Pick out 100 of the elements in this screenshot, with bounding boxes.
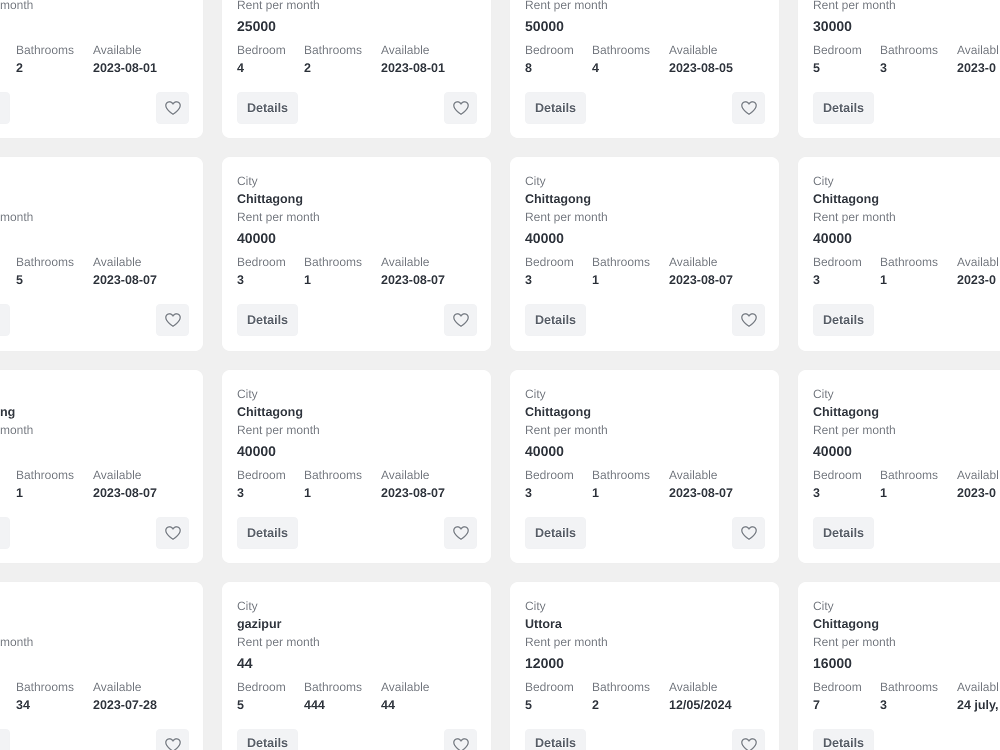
- rent-value: 30000: [813, 17, 852, 36]
- field-label: Bedroom: [813, 42, 862, 59]
- field-label: Bathrooms: [304, 467, 362, 484]
- field-label: Availabl: [957, 42, 999, 59]
- city-label: City: [237, 598, 258, 615]
- rent-label: Rent per month: [525, 634, 608, 651]
- field-label: Available: [669, 42, 718, 59]
- field-value: 34: [16, 697, 30, 714]
- details-button[interactable]: Details: [813, 729, 874, 750]
- field-value: 1: [592, 485, 599, 502]
- rent-value: 12000: [525, 654, 564, 673]
- city-label: City: [237, 173, 258, 190]
- details-button[interactable]: Details: [525, 517, 586, 549]
- field-label: Bedroom: [237, 42, 286, 59]
- field-value: 2023-08-07: [669, 272, 733, 289]
- rent-value: 40000: [813, 442, 852, 461]
- field-value: 24 july,: [957, 697, 998, 714]
- field-value: 1: [592, 272, 599, 289]
- field-label: Bedroom: [237, 679, 286, 696]
- details-button[interactable]: Details: [237, 517, 298, 549]
- field-value: 5: [525, 697, 532, 714]
- city-label: City: [237, 386, 258, 403]
- field-value: 7: [813, 697, 820, 714]
- favorite-button[interactable]: [156, 92, 189, 124]
- field-label: Bathrooms: [16, 467, 74, 484]
- city-label: City: [525, 173, 546, 190]
- favorite-button[interactable]: [156, 304, 189, 336]
- field-value: 5: [16, 272, 23, 289]
- rent-value: 40000: [525, 442, 564, 461]
- favorite-button[interactable]: [444, 304, 477, 336]
- field-label: Available: [381, 254, 430, 271]
- details-button[interactable]: Details: [525, 729, 586, 750]
- field-value: 2023-07-28: [93, 697, 157, 714]
- details-button[interactable]: Details: [237, 92, 298, 124]
- field-value: 2023-08-07: [381, 485, 445, 502]
- field-value: 2: [16, 60, 23, 77]
- city-name: Chittagong: [237, 404, 303, 421]
- rent-label: Rent per month: [525, 209, 608, 226]
- rent-label: Rent per month: [525, 422, 608, 439]
- favorite-button[interactable]: [732, 304, 765, 336]
- field-value: 2023-08-01: [381, 60, 445, 77]
- favorite-button[interactable]: [156, 729, 189, 750]
- field-label: Bedroom: [813, 254, 862, 271]
- city-label: City: [525, 598, 546, 615]
- details-button[interactable]: Details: [813, 304, 874, 336]
- rent-label: Rent per month: [813, 209, 896, 226]
- field-value: 3: [813, 485, 820, 502]
- details-button[interactable]: Details: [813, 92, 874, 124]
- field-label: Availabl: [957, 467, 999, 484]
- city-name: gazipur: [237, 616, 282, 633]
- rent-value: 40000: [525, 229, 564, 248]
- field-label: Bathrooms: [880, 467, 938, 484]
- city-name: Chittagong: [813, 616, 879, 633]
- rent-label: Rent per month: [237, 634, 320, 651]
- field-label: Bathrooms: [16, 679, 74, 696]
- details-button[interactable]: Details: [237, 304, 298, 336]
- details-button[interactable]: Details: [813, 517, 874, 549]
- details-button[interactable]: Details: [237, 729, 298, 750]
- field-label: Bathrooms: [304, 42, 362, 59]
- favorite-button[interactable]: [732, 92, 765, 124]
- field-label: Bedroom: [525, 679, 574, 696]
- details-button[interactable]: Details: [525, 304, 586, 336]
- field-label: Bathrooms: [880, 42, 938, 59]
- city-name: Chittagong: [813, 404, 879, 421]
- favorite-button[interactable]: [732, 517, 765, 549]
- field-value: 2023-08-01: [93, 60, 157, 77]
- field-value: 3: [237, 272, 244, 289]
- city-label: City: [813, 173, 834, 190]
- field-label: Available: [669, 467, 718, 484]
- field-label: Available: [93, 679, 142, 696]
- rent-value: 40000: [237, 229, 276, 248]
- field-label: Bedroom: [813, 467, 862, 484]
- field-value: 3: [813, 272, 820, 289]
- field-value: 5: [813, 60, 820, 77]
- field-label: Available: [93, 467, 142, 484]
- city-label: City: [813, 386, 834, 403]
- field-label: Bathrooms: [304, 254, 362, 271]
- rent-value: 44: [237, 654, 253, 673]
- rent-label: Rent per month: [237, 0, 320, 14]
- rent-value: 16000: [813, 654, 852, 673]
- field-label: Bedroom: [525, 467, 574, 484]
- field-label: Bathrooms: [16, 254, 74, 271]
- favorite-button[interactable]: [156, 517, 189, 549]
- favorite-button[interactable]: [444, 92, 477, 124]
- field-value: 3: [525, 485, 532, 502]
- field-label: Available: [669, 254, 718, 271]
- rent-label: Rent per month: [813, 634, 896, 651]
- field-value: 1: [880, 272, 887, 289]
- city-name: Uttora: [525, 616, 562, 633]
- rent-label: Rent per month: [237, 209, 320, 226]
- favorite-button[interactable]: [732, 729, 765, 750]
- rent-label: Rent per month: [813, 0, 896, 14]
- field-label: Availabl: [957, 254, 999, 271]
- field-value: 2023-08-07: [93, 272, 157, 289]
- field-value: 1: [880, 485, 887, 502]
- details-button[interactable]: Details: [525, 92, 586, 124]
- favorite-button[interactable]: [444, 517, 477, 549]
- favorite-button[interactable]: [444, 729, 477, 750]
- field-value: 2023-0: [957, 60, 996, 77]
- field-label: Bedroom: [237, 467, 286, 484]
